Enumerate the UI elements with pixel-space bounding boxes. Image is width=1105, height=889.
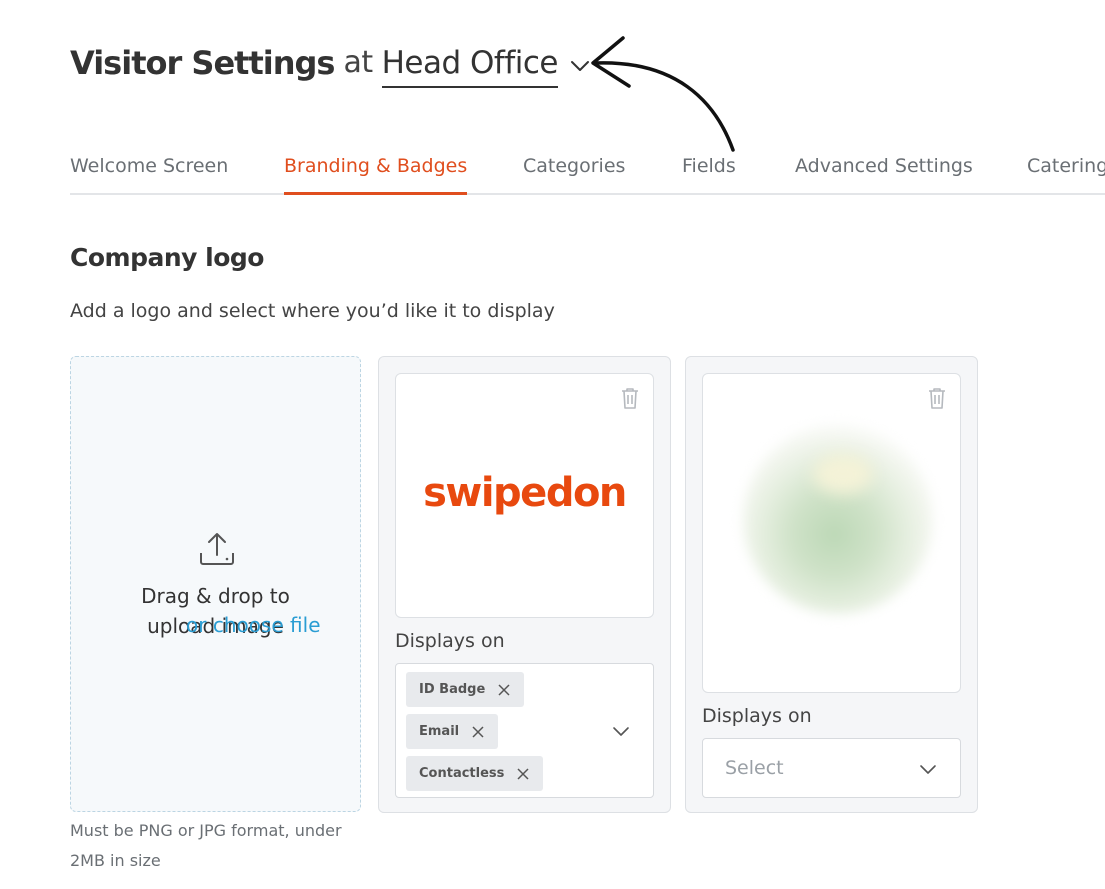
chip-contactless: Contactless xyxy=(406,756,544,791)
chip-label: ID Badge xyxy=(419,682,486,697)
logo-preview: swipedon xyxy=(395,373,654,618)
chevron-down-icon[interactable] xyxy=(918,759,938,779)
upload-icon xyxy=(200,533,234,565)
tab-welcome-screen[interactable]: Welcome Screen xyxy=(70,150,228,193)
chip-id-badge: ID Badge xyxy=(406,672,525,707)
chip-label: Email xyxy=(419,724,460,739)
section-title: Company logo xyxy=(70,243,264,272)
close-icon[interactable] xyxy=(497,683,511,697)
close-icon[interactable] xyxy=(471,725,485,739)
trash-icon[interactable] xyxy=(926,386,948,410)
annotation-arrow xyxy=(591,36,735,152)
location-selector[interactable]: Head Office xyxy=(381,40,558,88)
blurred-logo-detail xyxy=(813,454,873,494)
section-subtitle: Add a logo and select where you’d like i… xyxy=(70,300,555,322)
chip-label: Contactless xyxy=(419,766,505,781)
displays-on-label: Displays on xyxy=(395,630,505,652)
upload-hint: Must be PNG or JPG format, under 2MB in … xyxy=(70,821,342,870)
tab-branding-badges[interactable]: Branding & Badges xyxy=(284,150,468,195)
logo-card: swipedon Displays on ID Badge Email Cont… xyxy=(378,356,671,813)
settings-tabs: Welcome Screen Branding & Badges Categor… xyxy=(70,150,1105,195)
choose-file-link[interactable]: or choose file xyxy=(186,613,321,637)
tab-catering[interactable]: Catering xyxy=(1027,150,1105,193)
page-header: Visitor Settings at Head Office xyxy=(70,40,592,90)
close-icon[interactable] xyxy=(516,767,530,781)
tab-advanced-settings[interactable]: Advanced Settings xyxy=(795,150,973,193)
displays-on-select[interactable]: Select xyxy=(702,738,961,798)
displays-on-select[interactable]: ID Badge Email Contactless xyxy=(395,663,654,798)
logo-preview xyxy=(702,373,961,693)
chevron-down-icon[interactable] xyxy=(611,721,631,741)
company-logo-image: swipedon xyxy=(423,470,627,516)
logo-dropzone[interactable]: Drag & drop to upload image xyxy=(70,356,361,812)
choose-file-wrap: or choose file xyxy=(186,610,321,640)
page-title: Visitor Settings xyxy=(70,44,335,82)
tab-categories[interactable]: Categories xyxy=(523,150,625,193)
select-placeholder: Select xyxy=(725,757,784,779)
title-at-label: at xyxy=(343,45,373,80)
chip-email: Email xyxy=(406,714,499,749)
displays-on-label: Displays on xyxy=(702,705,812,727)
blurred-logo-image xyxy=(743,424,933,614)
trash-icon[interactable] xyxy=(619,386,641,410)
tab-fields[interactable]: Fields xyxy=(682,150,736,193)
logo-card: Displays on Select xyxy=(685,356,978,813)
